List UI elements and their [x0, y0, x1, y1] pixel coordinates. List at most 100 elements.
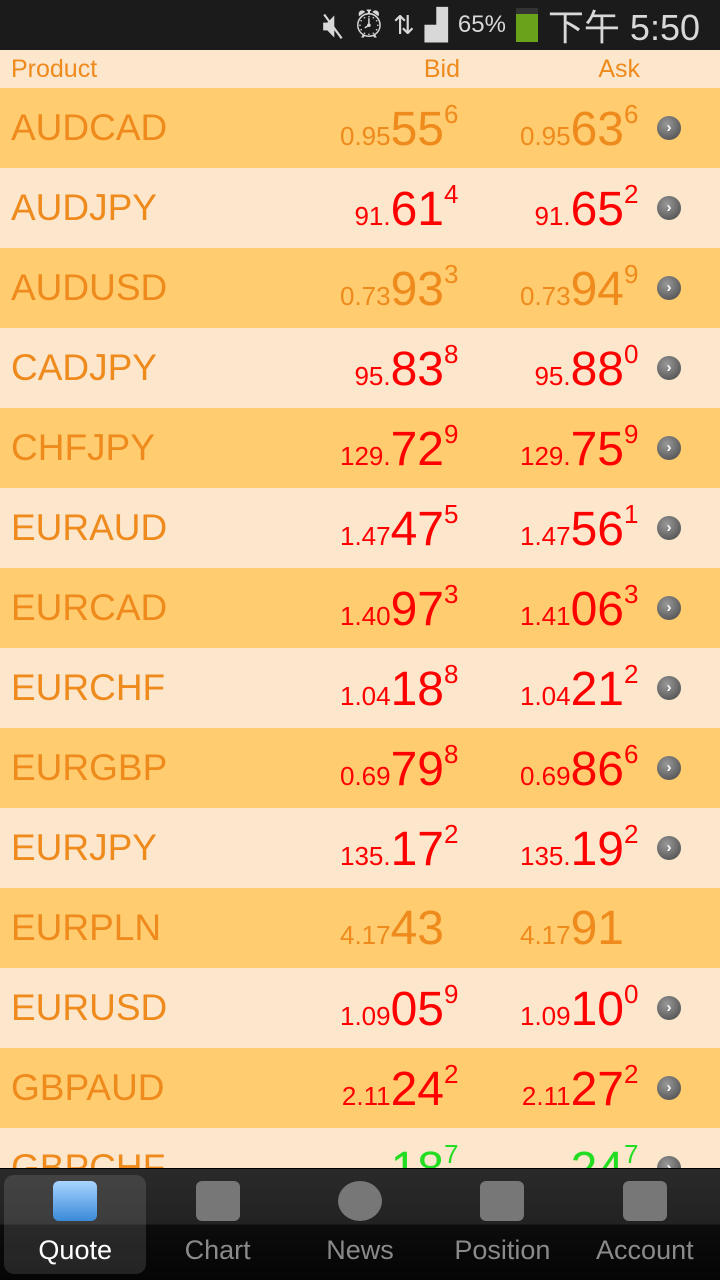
price-pips: 65 [570, 183, 624, 236]
table-row[interactable]: EURJPY 135.172 135.192 › [0, 808, 720, 888]
chevron-right-icon[interactable]: › [657, 356, 681, 380]
quote-list[interactable]: AUDCAD 0.95556 0.95636 › AUDJPY 91.614 91.652 ›… [0, 88, 720, 1168]
price-fraction: 3 [624, 579, 639, 609]
price-fraction: 8 [444, 739, 459, 769]
ask-price: 1.41063 [460, 579, 640, 637]
bid-price: 91.614 [290, 179, 460, 237]
table-row[interactable]: EURCAD 1.40973 1.41063 › [0, 568, 720, 648]
table-row[interactable]: GBPCHF187247› [0, 1128, 720, 1168]
price-prefix: 4.17 [340, 919, 391, 950]
price-prefix: 1.04 [340, 681, 391, 711]
globe-icon [338, 1181, 383, 1221]
bid-price: 4.1743 [290, 901, 460, 956]
price-fraction: 9 [624, 259, 639, 289]
chevron-right-icon[interactable]: › [657, 436, 681, 460]
price-fraction: 8 [444, 339, 459, 369]
bid-price: 2.11242 [290, 1059, 460, 1117]
price-pips: 75 [570, 423, 624, 476]
bid-price: 0.69798 [290, 739, 460, 797]
price-pips: 97 [390, 583, 444, 636]
price-prefix: 95. [354, 361, 391, 391]
table-row[interactable]: AUDUSD 0.73933 0.73949 › [0, 248, 720, 328]
price-fraction: 2 [444, 1059, 459, 1089]
table-row[interactable]: EURAUD 1.47475 1.47561 › [0, 488, 720, 568]
product-name: AUDCAD [11, 107, 168, 148]
table-row[interactable]: EURCHF 1.04188 1.04212 › [0, 648, 720, 728]
price-pips: 86 [570, 743, 624, 796]
bid-price: 95.838 [290, 339, 460, 397]
header-ask: Ask [598, 54, 640, 83]
price-fraction: 2 [624, 819, 639, 849]
chevron-right-icon[interactable]: › [657, 996, 681, 1020]
chevron-right-icon[interactable]: › [657, 1076, 681, 1100]
clock: 下午 5:50 [547, 7, 700, 48]
ask-price: 1.04212 [460, 659, 640, 717]
table-row[interactable]: EURPLN 4.1743 4.1791 [0, 888, 720, 968]
table-row[interactable]: EURGBP 0.69798 0.69866 › [0, 728, 720, 808]
price-prefix: 1.09 [520, 1001, 571, 1031]
table-row[interactable]: GBPAUD 2.11242 2.11272 › [0, 1048, 720, 1128]
price-fraction: 9 [444, 979, 459, 1009]
tab-position[interactable]: Position [431, 1175, 573, 1274]
price-fraction: 7 [444, 1139, 459, 1168]
price-pips: 18 [391, 1143, 444, 1168]
price-fraction: 3 [444, 259, 459, 289]
ask-price: 1.09100 [460, 979, 640, 1037]
price-pips: 61 [390, 183, 444, 236]
price-fraction: 7 [624, 1139, 639, 1168]
price-pips: 24 [571, 1143, 624, 1168]
status-bar: 🔇︎ ⏰︎ ⇅ ▟ 65% 下午 5:50 [0, 0, 720, 50]
price-prefix: 1.47 [520, 521, 571, 551]
alarm-icon: ⏰︎ [354, 3, 383, 45]
ask-price: 0.95636 [460, 99, 640, 157]
tab-quote[interactable]: Quote [4, 1175, 147, 1274]
bid-price: 1.04188 [290, 659, 460, 717]
bid-price: 1.40973 [290, 579, 460, 637]
price-prefix: 2.11 [341, 1081, 391, 1111]
chevron-right-icon[interactable]: › [657, 276, 681, 300]
table-row[interactable]: CHFJPY 129.729 129.759 › [0, 408, 720, 488]
price-prefix: 1.40 [340, 601, 391, 631]
mute-icon: 🔇︎ [322, 3, 345, 45]
chevron-right-icon[interactable]: › [657, 756, 681, 780]
tab-chart[interactable]: Chart [146, 1175, 288, 1274]
chevron-right-icon[interactable]: › [657, 596, 681, 620]
table-row[interactable]: EURUSD 1.09059 1.09100 › [0, 968, 720, 1048]
price-fraction: 4 [444, 179, 459, 209]
chevron-right-icon[interactable]: › [657, 516, 681, 540]
table-row[interactable]: AUDCAD 0.95556 0.95636 › [0, 88, 720, 168]
product-name: EURAUD [11, 507, 168, 548]
tab-news[interactable]: News [289, 1175, 431, 1274]
price-prefix: 95. [534, 361, 571, 391]
clipboard-id-icon [622, 1181, 667, 1221]
bid-price: 129.729 [290, 419, 460, 477]
price-prefix: 91. [354, 201, 391, 231]
price-prefix: 1.09 [340, 1001, 391, 1031]
price-pips: 47 [390, 503, 444, 556]
price-fraction: 6 [444, 99, 459, 129]
table-row[interactable]: CADJPY 95.838 95.880 › [0, 328, 720, 408]
price-pips: 55 [390, 103, 444, 156]
price-prefix: 135. [340, 841, 391, 871]
chevron-right-icon[interactable]: › [657, 836, 681, 860]
contact-book-icon [480, 1181, 525, 1221]
price-prefix: 129. [520, 441, 571, 471]
price-fraction: 9 [624, 419, 639, 449]
price-pips: 21 [570, 663, 624, 716]
tab-account[interactable]: Account [574, 1175, 716, 1274]
price-pips: 19 [570, 823, 624, 876]
chevron-right-icon[interactable]: › [657, 196, 681, 220]
quote-board-icon [53, 1181, 98, 1221]
price-pips: 18 [390, 663, 444, 716]
bid-price: 187 [290, 1139, 460, 1168]
header-product: Product [11, 54, 98, 83]
table-row[interactable]: AUDJPY 91.614 91.652 › [0, 168, 720, 248]
product-name: EURCAD [11, 587, 168, 628]
product-name: CHFJPY [11, 427, 155, 468]
chevron-right-icon[interactable]: › [657, 1156, 681, 1168]
chevron-right-icon[interactable]: › [657, 676, 681, 700]
bid-price: 0.95556 [290, 99, 460, 157]
chevron-right-icon[interactable]: › [657, 116, 681, 140]
ask-price: 0.73949 [460, 259, 640, 317]
price-prefix: 1.41 [520, 601, 571, 631]
